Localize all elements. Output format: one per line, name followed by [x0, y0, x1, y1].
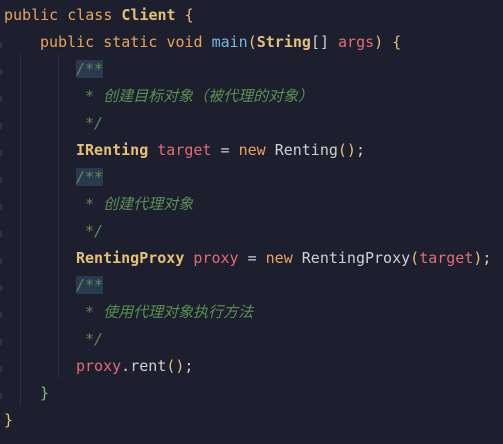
keyword-static: static: [103, 33, 158, 51]
parens: (): [166, 357, 185, 375]
code-editor[interactable]: public class Client { public static void…: [0, 0, 503, 444]
comment-open: /**: [76, 60, 104, 78]
code-line-target-declaration[interactable]: IRenting target = new Renting();: [76, 137, 365, 164]
constructor-name: RentingProxy: [301, 249, 411, 267]
parens: (): [337, 141, 356, 159]
code-line-comment-open[interactable]: /**: [76, 272, 104, 299]
gutter-mark: [0, 123, 2, 129]
gutter-mark: [0, 339, 2, 345]
type-name: IRenting: [76, 141, 149, 159]
class-name: Client: [121, 6, 176, 24]
code-line-comment-close[interactable]: */: [85, 218, 103, 245]
gutter-mark: [0, 150, 2, 156]
assign-operator: =: [247, 249, 257, 267]
code-line-class-declaration[interactable]: public class Client {: [4, 2, 194, 29]
keyword-void: void: [166, 33, 203, 51]
argument-name: target: [419, 249, 474, 267]
keyword-class: class: [67, 6, 113, 24]
semicolon: ;: [184, 357, 194, 375]
code-line-comment[interactable]: * 创建代理对象: [76, 191, 193, 218]
code-line-proxy-declaration[interactable]: RentingProxy proxy = new RentingProxy(ta…: [76, 245, 491, 272]
comment-open: /**: [76, 168, 104, 186]
code-line-class-close[interactable]: }: [4, 407, 13, 434]
semicolon: ;: [355, 141, 365, 159]
semicolon: ;: [482, 249, 492, 267]
keyword-public: public: [4, 6, 59, 24]
code-line-comment[interactable]: * 使用代理对象执行方法: [76, 299, 253, 326]
type-name: RentingProxy: [76, 249, 185, 267]
gutter-mark: [0, 231, 2, 237]
brace-close: }: [40, 384, 50, 402]
comment-close: */: [85, 114, 104, 132]
paren-close: ): [374, 33, 384, 51]
brace-close: }: [4, 411, 14, 429]
comment-close: */: [85, 330, 104, 348]
indent-guide: [20, 54, 21, 405]
code-line-comment[interactable]: * 创建目标对象（被代理的对象）: [76, 83, 313, 110]
keyword-new: new: [265, 249, 293, 267]
gutter-mark: [0, 366, 2, 372]
code-line-comment-open[interactable]: /**: [76, 56, 104, 83]
gutter-mark: [0, 285, 2, 291]
dot-operator: .: [121, 357, 131, 375]
gutter-mark: [0, 96, 2, 102]
gutter-mark: [0, 177, 2, 183]
method-name: main: [211, 33, 248, 51]
assign-operator: =: [220, 141, 230, 159]
call-method: rent: [130, 357, 167, 375]
comment-close: */: [85, 222, 104, 240]
array-brackets: []: [310, 33, 329, 51]
comment-text: * 创建目标对象（被代理的对象）: [76, 87, 314, 105]
comment-text: * 使用代理对象执行方法: [76, 303, 254, 321]
code-line-method-close[interactable]: }: [40, 380, 49, 407]
keyword-new: new: [238, 141, 266, 159]
indent-guide: [58, 54, 59, 378]
comment-open: /**: [76, 276, 104, 294]
keyword-public: public: [40, 33, 95, 51]
code-line-comment-close[interactable]: */: [85, 110, 103, 137]
gutter-mark: [0, 312, 2, 318]
code-line-main-method[interactable]: public static void main(String[] args) {: [40, 29, 401, 56]
param-type: String: [256, 33, 311, 51]
gutter-mark: [0, 393, 2, 399]
gutter-mark: [0, 69, 2, 75]
paren-open: (: [410, 249, 420, 267]
variable-name: proxy: [193, 249, 239, 267]
gutter-mark: [0, 258, 2, 264]
comment-text: * 创建代理对象: [76, 195, 194, 213]
code-line-comment-open[interactable]: /**: [76, 164, 104, 191]
code-line-comment-close[interactable]: */: [85, 326, 103, 353]
constructor-name: Renting: [274, 141, 338, 159]
call-object: proxy: [76, 357, 122, 375]
paren-open: (: [247, 33, 257, 51]
variable-name: target: [157, 141, 212, 159]
param-name: args: [338, 33, 375, 51]
code-line-method-call[interactable]: proxy.rent();: [76, 353, 193, 380]
brace-open: {: [184, 6, 194, 24]
brace-open: {: [392, 33, 402, 51]
gutter-mark: [0, 42, 2, 48]
gutter-mark: [0, 204, 2, 210]
